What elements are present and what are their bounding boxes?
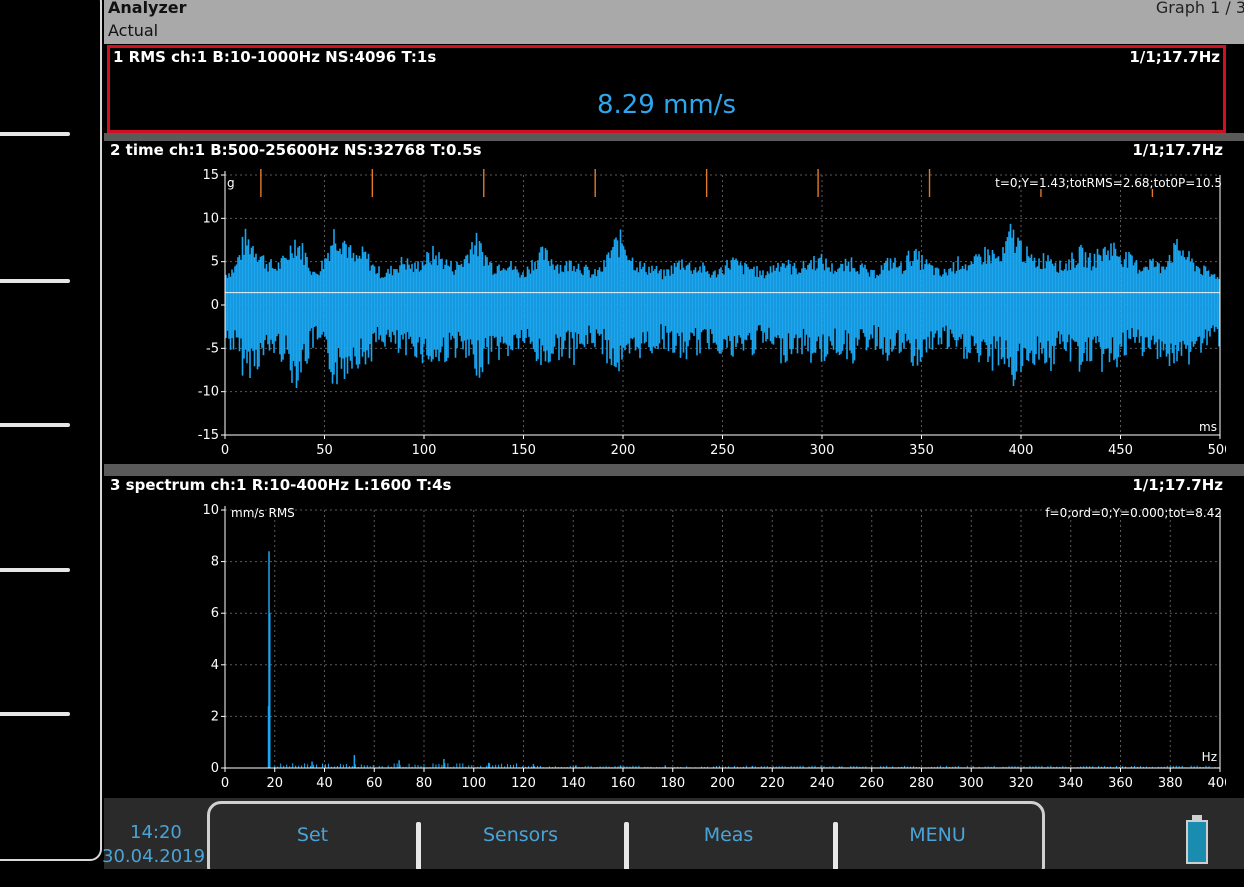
- time-waveform-chart[interactable]: 050100150200250300350400450500151050-5-1…: [107, 141, 1226, 464]
- spectrum-x-tick-label: 20: [266, 776, 283, 791]
- spectrum-y-unit: mm/s RMS: [231, 506, 295, 520]
- spectrum-y-tick-label: 0: [211, 761, 219, 776]
- time-x-tick-label: 100: [412, 443, 437, 458]
- time-cursor-readout: t=0;Y=1.43;totRMS=2.68;tot0P=10.5: [995, 176, 1222, 190]
- spectrum-x-tick-label: 160: [611, 776, 636, 791]
- spectrum-y-tick-label: 6: [211, 606, 219, 621]
- spectrum-x-tick-label: 400: [1208, 776, 1226, 791]
- spectrum-chart[interactable]: 0 20 40 60 80 100 120 140 160 180 200 220 240 260 280 3…: [107, 476, 1226, 798]
- clock-time: 14:20: [130, 822, 182, 843]
- left-softkey-2[interactable]: [0, 279, 70, 283]
- time-x-tick-label: 150: [511, 443, 536, 458]
- left-softkey-panel: [0, 0, 102, 861]
- time-x-tick-label: 250: [710, 443, 735, 458]
- spectrum-x-tick-label: 60: [366, 776, 383, 791]
- time-y-tick-label: 0: [211, 298, 219, 313]
- panel-separator: [104, 464, 1244, 476]
- spectrum-x-tick-label: 320: [1009, 776, 1034, 791]
- sensors-button[interactable]: Sensors: [418, 824, 623, 846]
- header-bar: Analyzer Actual Graph 1 / 3: [104, 0, 1244, 44]
- spectrum-x-tick-label: 220: [760, 776, 785, 791]
- spectrum-y-tick-label: 8: [211, 555, 219, 570]
- spectrum-x-tick-label: 380: [1158, 776, 1183, 791]
- spectrum-x-tick-label: 80: [416, 776, 433, 791]
- spectrum-x-tick-label: 140: [561, 776, 586, 791]
- spectrum-x-tick-label: 240: [810, 776, 835, 791]
- app-subtitle: Actual: [108, 21, 159, 40]
- spectrum-y-tick-label: 10: [202, 503, 219, 518]
- spectrum-x-tick-label: 180: [660, 776, 685, 791]
- time-y-tick-label: -15: [198, 428, 219, 443]
- spectrum-x-tick-label: 100: [461, 776, 486, 791]
- spectrum-x-tick-label: 360: [1108, 776, 1133, 791]
- spectrum-x-unit: Hz: [1202, 750, 1217, 764]
- spectrum-x-tick-label: 280: [909, 776, 934, 791]
- time-y-tick-label: -10: [198, 385, 219, 400]
- time-x-tick-label: 200: [611, 443, 636, 458]
- left-softkey-5[interactable]: [0, 712, 70, 716]
- graph-indicator: Graph 1 / 3: [1155, 0, 1244, 17]
- rms-panel-title: 1 RMS ch:1 B:10-1000Hz NS:4096 T:1s: [113, 48, 437, 66]
- spectrum-y-tick-label: 4: [211, 658, 219, 673]
- battery-icon: [1186, 820, 1208, 864]
- spectrum-cursor-readout: f=0;ord=0;Y=0.000;tot=8.42: [1045, 506, 1222, 520]
- rms-panel[interactable]: 1 RMS ch:1 B:10-1000Hz NS:4096 T:1s 1/1;…: [107, 45, 1226, 133]
- panel-separator: [104, 133, 1244, 141]
- spectrum-x-tick-label: 120: [511, 776, 536, 791]
- menu-button[interactable]: MENU: [835, 824, 1040, 846]
- spectrum-x-tick-label: 0: [221, 776, 229, 791]
- time-y-tick-label: 15: [202, 168, 219, 183]
- spectrum-x-tick-label: 340: [1058, 776, 1083, 791]
- set-button[interactable]: Set: [210, 824, 415, 846]
- spectrum-x-tick-label: 40: [316, 776, 333, 791]
- bottom-edge: [0, 869, 1244, 887]
- left-softkey-1[interactable]: [0, 132, 70, 136]
- time-y-tick-label: -5: [206, 341, 219, 356]
- time-x-tick-label: 500: [1208, 443, 1226, 458]
- meas-button[interactable]: Meas: [626, 824, 831, 846]
- time-x-tick-label: 50: [316, 443, 333, 458]
- time-y-tick-label: 5: [211, 255, 219, 270]
- spectrum-panel[interactable]: 3 spectrum ch:1 R:10-400Hz L:1600 T:4s 1…: [107, 476, 1226, 798]
- time-x-tick-label: 300: [810, 443, 835, 458]
- left-softkey-3[interactable]: [0, 423, 70, 427]
- clock-date: 30.04.2019: [102, 846, 206, 867]
- left-softkey-4[interactable]: [0, 568, 70, 572]
- time-x-unit: ms: [1199, 420, 1217, 434]
- spectrum-x-tick-label: 300: [959, 776, 984, 791]
- rms-panel-resolution: 1/1;17.7Hz: [1129, 48, 1220, 66]
- spectrum-x-tick-label: 260: [859, 776, 884, 791]
- time-y-unit: g: [227, 176, 235, 190]
- spectrum-x-tick-label: 200: [710, 776, 735, 791]
- time-x-tick-label: 350: [909, 443, 934, 458]
- time-x-tick-label: 0: [221, 443, 229, 458]
- time-panel[interactable]: 2 time ch:1 B:500-25600Hz NS:32768 T:0.5…: [107, 141, 1226, 464]
- time-y-tick-label: 10: [202, 211, 219, 226]
- spectrum-y-tick-label: 2: [211, 709, 219, 724]
- rms-value: 8.29 mm/s: [596, 90, 737, 120]
- time-x-tick-label: 400: [1009, 443, 1034, 458]
- time-x-tick-label: 450: [1108, 443, 1133, 458]
- app-title: Analyzer: [108, 0, 187, 17]
